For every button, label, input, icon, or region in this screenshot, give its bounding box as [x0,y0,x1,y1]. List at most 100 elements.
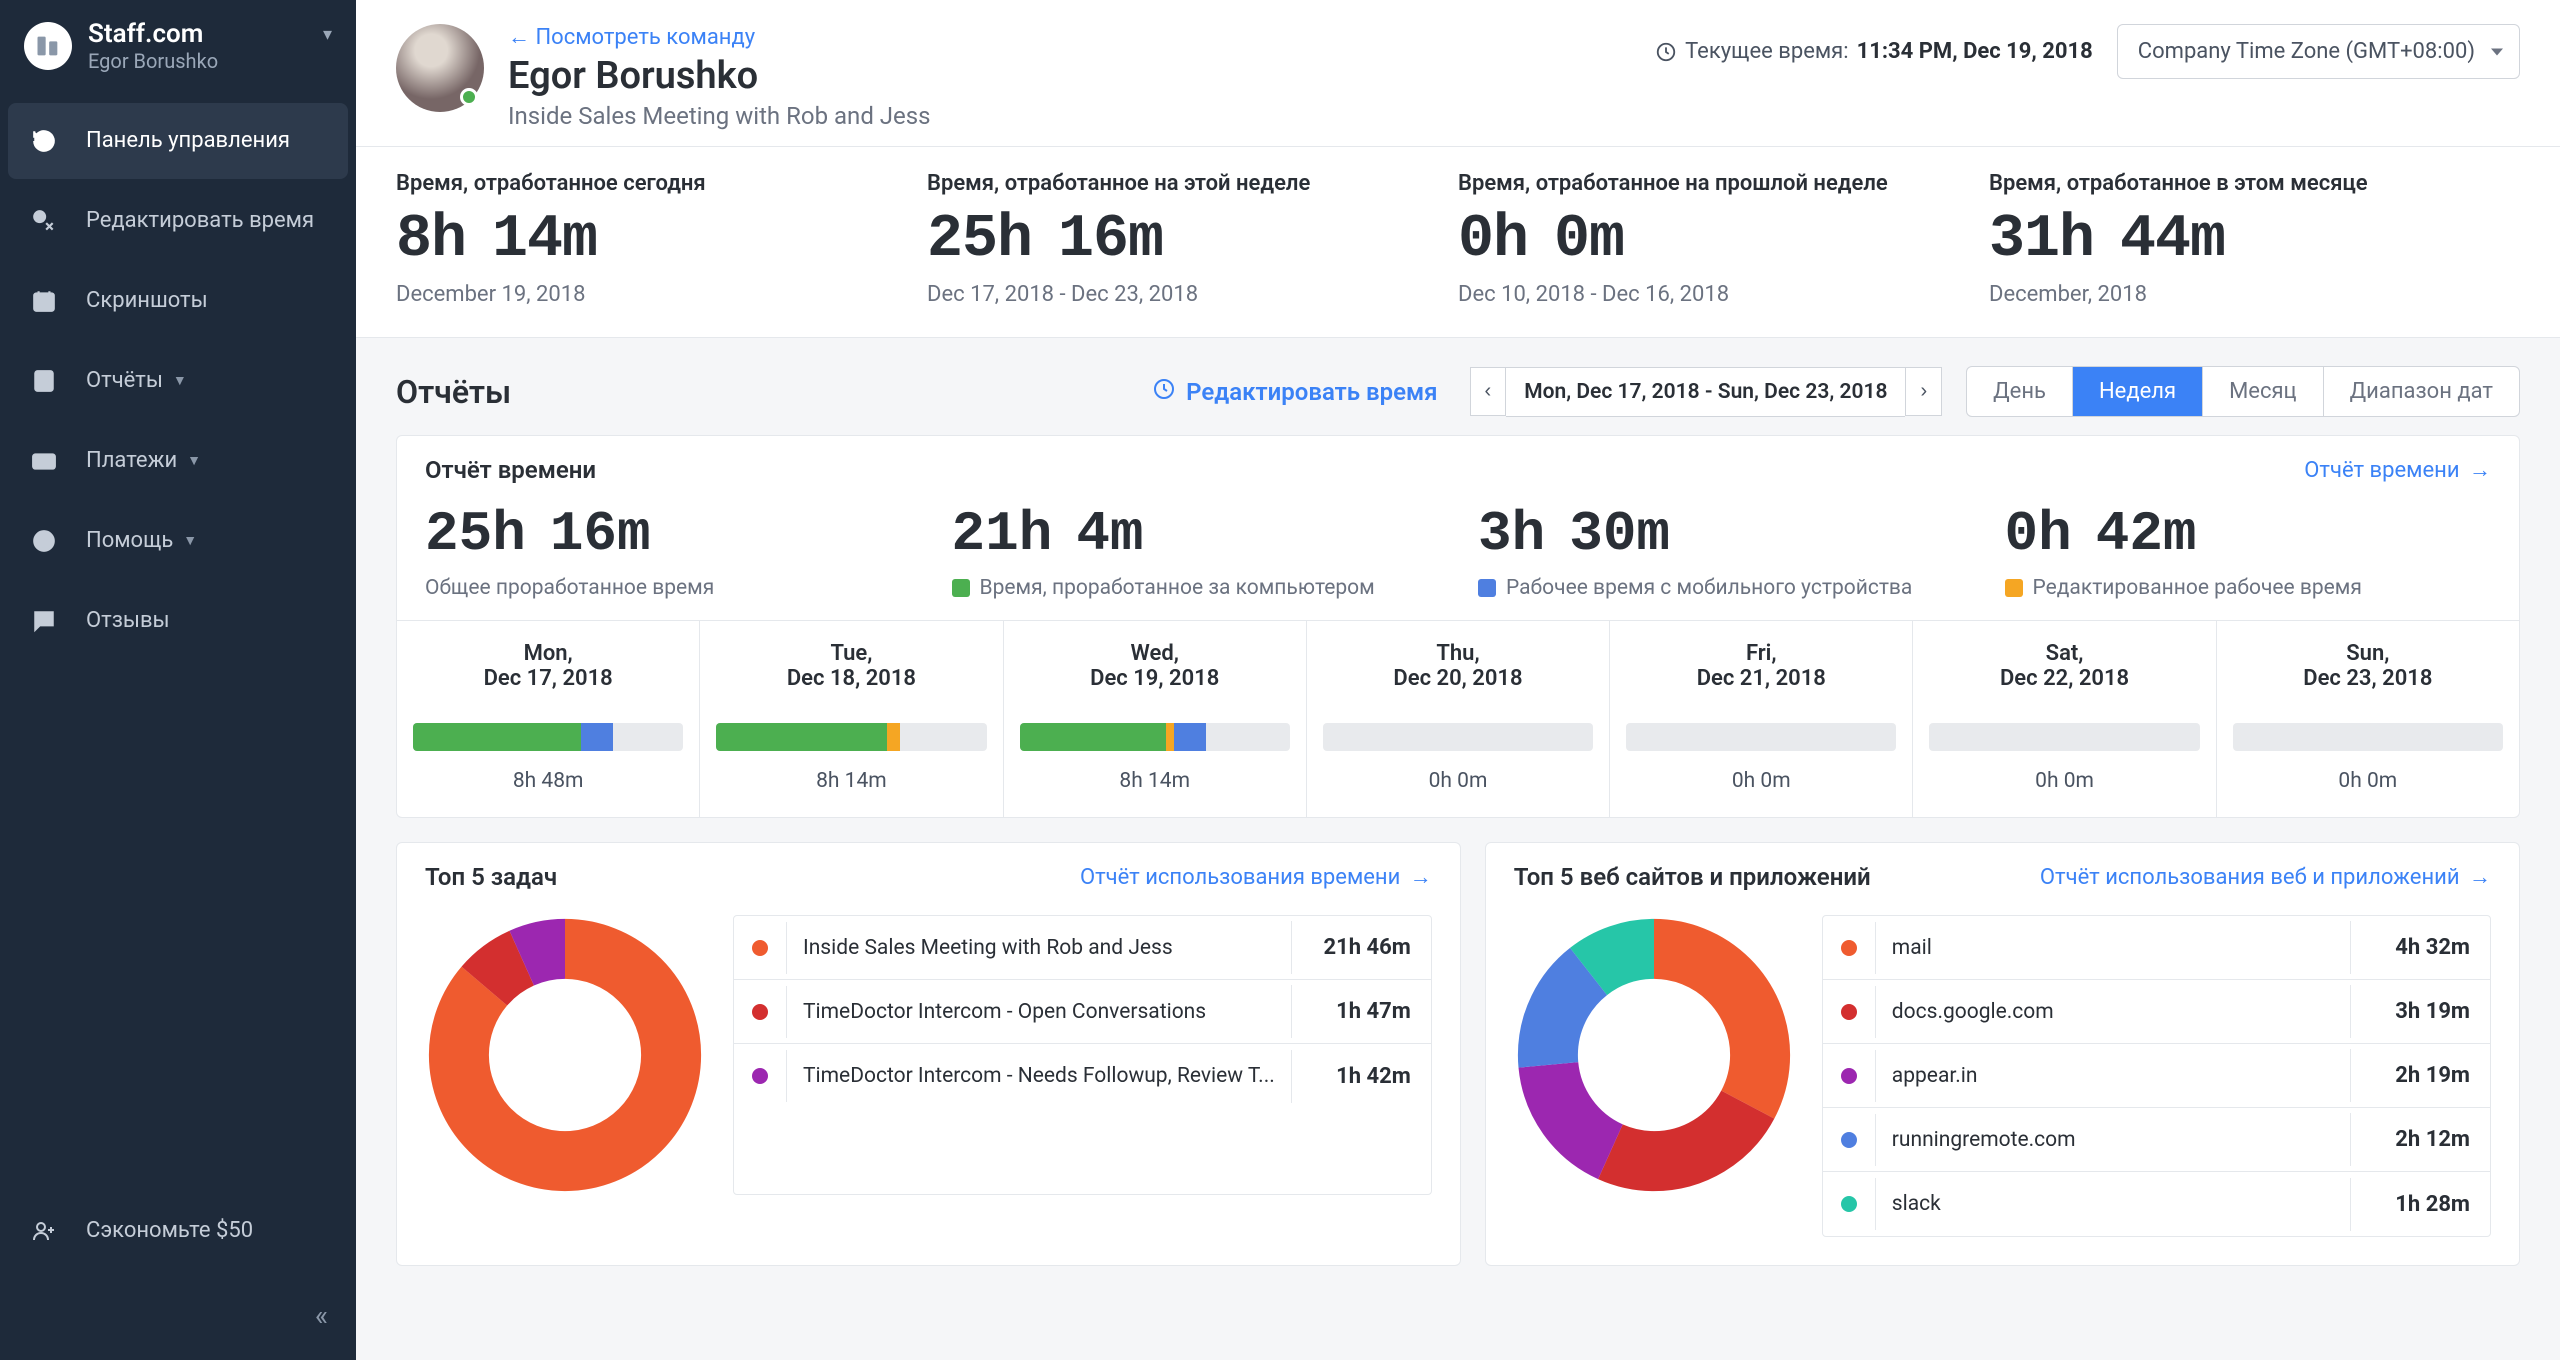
day-column: Mon, Dec 17, 2018 8h 48m [397,621,700,817]
color-dot-icon [1841,1068,1857,1084]
row-time: 1h 47m [1291,985,1431,1038]
legend-square-icon [1478,579,1496,597]
report-icon [30,367,58,395]
back-to-team-link[interactable]: ← Посмотреть команду [508,24,931,50]
period-tab[interactable]: Диапазон дат [2324,367,2519,416]
day-bar-segment [1174,723,1206,751]
sidebar-item-screenshot[interactable]: Скриншоты [8,263,348,339]
time-value: 21h4m [952,502,1439,566]
chevron-down-icon: ▼ [187,452,201,469]
sidebar: Staff.com Egor Borushko ▾ Панель управле… [0,0,356,1360]
period-tab[interactable]: Месяц [2203,367,2324,416]
day-bar-segment [716,723,886,751]
row-name: Inside Sales Meeting with Rob and Jess [786,922,1291,974]
day-bar [413,723,683,751]
color-dot-icon [1841,1132,1857,1148]
edit-time-link[interactable]: Редактировать время [1152,377,1437,407]
top-sites-link[interactable]: Отчёт использования веб и приложений → [2040,864,2491,890]
table-row[interactable]: slack 1h 28m [1823,1172,2490,1236]
sidebar-item-history[interactable]: Панель управления [8,103,348,179]
sidebar-save-money[interactable]: Сэкономьте $50 [30,1202,326,1259]
time-report-title: Отчёт времени [425,456,596,484]
stat-value: 8h14m [396,206,887,274]
day-date: Dec 18, 2018 [716,666,986,691]
stat-card: Время, отработанное на этой неделе 25h16… [927,171,1458,307]
table-row[interactable]: Inside Sales Meeting with Rob and Jess 2… [734,916,1431,980]
days-row: Mon, Dec 17, 2018 8h 48m Tue, Dec 18, 201… [397,620,2519,817]
day-date: Dec 19, 2018 [1020,666,1290,691]
timezone-select[interactable]: Company Time Zone (GMT+08:00) [2117,24,2520,79]
date-next-button[interactable]: › [1905,367,1942,416]
row-color-cell [1823,1196,1875,1212]
day-total: 8h 14m [716,769,986,793]
table-row[interactable]: appear.in 2h 19m [1823,1044,2490,1108]
stat-card: Время, отработанное в этом месяце 31h44m… [1989,171,2520,307]
day-name: Sun, [2233,641,2503,666]
color-dot-icon [752,1068,768,1084]
time-report-link[interactable]: Отчёт времени → [2304,457,2491,483]
day-column: Thu, Dec 20, 2018 0h 0m [1307,621,1610,817]
row-name: TimeDoctor Intercom - Open Conversations [786,986,1291,1038]
table-row[interactable]: mail 4h 32m [1823,916,2490,980]
row-name: docs.google.com [1875,986,2350,1038]
sidebar-item-report[interactable]: Отчёты▼ [8,343,348,419]
current-time: Текущее время: 11:34 PM, Dec 19, 2018 [1655,39,2093,64]
sidebar-item-label: Редактировать время [86,208,314,233]
sidebar-item-edit-time[interactable]: Редактировать время [8,183,348,259]
reports-toolbar: Отчёты Редактировать время ‹ Mon, Dec 17… [356,338,2560,435]
day-name: Sat, [1929,641,2199,666]
day-date: Dec 22, 2018 [1929,666,2199,691]
sidebar-item-feedback[interactable]: Отзывы [8,583,348,659]
feedback-icon [30,607,58,635]
edit-time-icon [30,207,58,235]
day-name: Tue, [716,641,986,666]
stat-value: 25h16m [927,206,1418,274]
status-online-icon [460,88,478,106]
sidebar-item-label: Отзывы [86,608,170,633]
chevron-down-icon[interactable]: ▾ [323,24,332,45]
reports-title: Отчёты [396,373,511,411]
table-row[interactable]: TimeDoctor Intercom - Needs Followup, Re… [734,1044,1431,1108]
top-sites-title: Топ 5 веб сайтов и приложений [1514,863,1871,891]
row-name: slack [1875,1178,2350,1230]
sidebar-collapse-button[interactable]: « [0,1283,356,1360]
day-total: 0h 0m [1929,769,2199,793]
time-label: Время, проработанное за компьютером [952,576,1439,600]
sidebar-header[interactable]: Staff.com Egor Borushko ▾ [0,0,356,93]
top-tasks-title: Топ 5 задач [425,863,557,891]
date-range[interactable]: Mon, Dec 17, 2018 - Sun, Dec 23, 2018 [1506,367,1905,417]
chevron-down-icon: ▼ [183,532,197,549]
table-row[interactable]: TimeDoctor Intercom - Open Conversations… [734,980,1431,1044]
table-row[interactable]: docs.google.com 3h 19m [1823,980,2490,1044]
row-time: 4h 32m [2350,921,2490,974]
sidebar-save-label: Сэкономьте $50 [86,1218,253,1243]
edit-time-label: Редактировать время [1186,378,1437,406]
period-tab[interactable]: День [1967,367,2073,416]
table-row[interactable]: runningremote.com 2h 12m [1823,1108,2490,1172]
stat-label: Время, отработанное на прошлой неделе [1458,171,1949,196]
day-name: Wed, [1020,641,1290,666]
stat-label: Время, отработанное на этой неделе [927,171,1418,196]
day-bar-segment [581,723,613,751]
day-date: Dec 21, 2018 [1626,666,1896,691]
row-color-cell [734,1068,786,1084]
date-prev-button[interactable]: ‹ [1470,367,1507,416]
day-date: Dec 17, 2018 [413,666,683,691]
stat-label: Время, отработанное сегодня [396,171,887,196]
time-label: Общее проработанное время [425,576,912,600]
stat-card: Время, отработанное на прошлой неделе 0h… [1458,171,1989,307]
sidebar-nav: Панель управления Редактировать время Скри… [0,93,356,1178]
top-tasks-link[interactable]: Отчёт использования времени → [1080,864,1432,890]
sidebar-item-label: Платежи [86,448,177,473]
row-time: 1h 42m [1291,1050,1431,1103]
timezone-value: Company Time Zone (GMT+08:00) [2138,39,2475,64]
avatar-wrap [396,24,484,112]
card-icon [30,447,58,475]
row-color-cell [1823,1068,1875,1084]
row-name: TimeDoctor Intercom - Needs Followup, Re… [786,1050,1291,1102]
day-date: Dec 20, 2018 [1323,666,1593,691]
day-total: 0h 0m [2233,769,2503,793]
sidebar-item-help[interactable]: Помощь▼ [8,503,348,579]
period-tab[interactable]: Неделя [2073,367,2203,416]
sidebar-item-card[interactable]: Платежи ▼ [8,423,348,499]
